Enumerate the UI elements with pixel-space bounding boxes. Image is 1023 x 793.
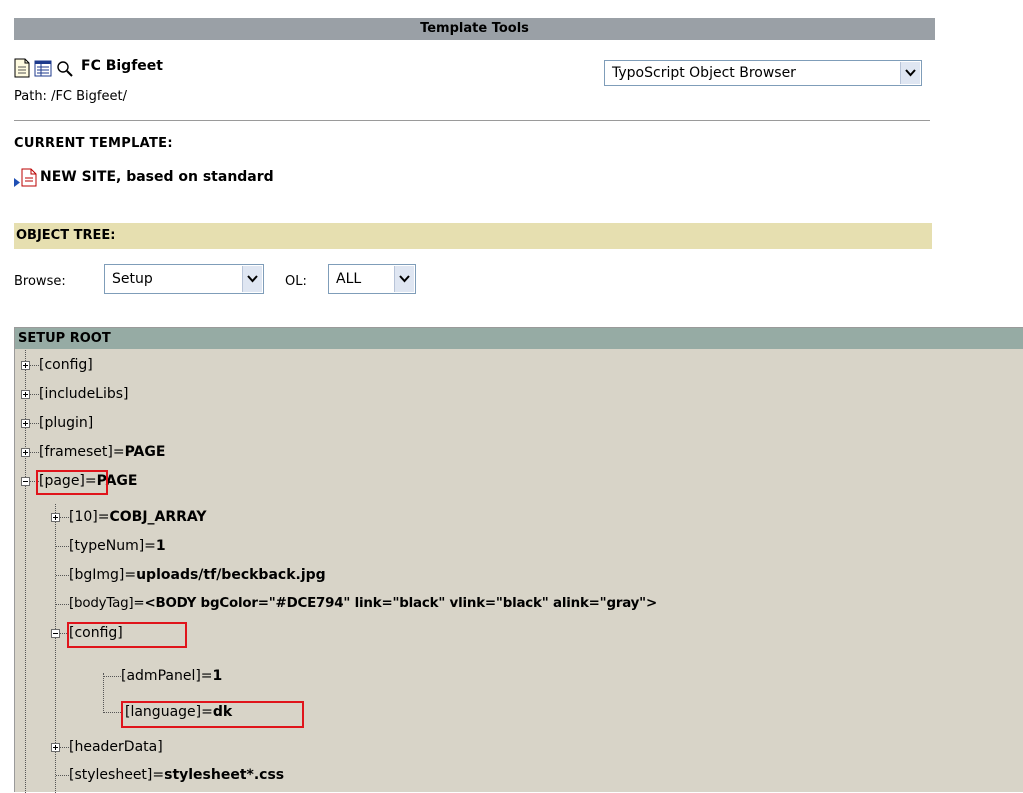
tree-node[interactable]: [admPanel]=1 — [121, 662, 222, 690]
tree-node[interactable]: [includeLibs] — [39, 380, 129, 408]
collapse-icon[interactable] — [21, 477, 30, 486]
tree-connector — [104, 712, 121, 713]
tree-connector — [103, 673, 104, 713]
tree-connector — [56, 546, 69, 547]
browse-select[interactable]: Setup — [104, 264, 264, 294]
tree-connector — [30, 365, 39, 366]
tree-node[interactable]: [10]=COBJ_ARRAY — [69, 503, 207, 531]
highlight-config-key — [67, 622, 187, 648]
magnifier-icon[interactable] — [55, 58, 75, 78]
chevron-down-icon[interactable] — [242, 266, 262, 292]
tree-node-value: 1 — [155, 538, 166, 554]
tree-node[interactable]: [headerData] — [69, 733, 163, 761]
tree-node-key: [admPanel]= — [121, 668, 213, 684]
expand-icon[interactable] — [21, 390, 30, 399]
tree-node-key: [stylesheet]= — [69, 767, 165, 783]
tree-connector — [30, 423, 39, 424]
tree-node-key: [includeLibs] — [39, 386, 129, 402]
current-template-name[interactable]: NEW SITE, based on standard — [40, 169, 274, 185]
tree-node[interactable]: [bgImg]=uploads/tf/beckback.jpg — [69, 561, 326, 589]
list-view-icon[interactable] — [34, 58, 52, 78]
template-icon[interactable] — [21, 168, 37, 187]
function-select-value: TypoScript Object Browser — [612, 65, 796, 81]
tree-node-value: COBJ_ARRAY — [109, 509, 207, 525]
expand-icon[interactable] — [21, 361, 30, 370]
tree-connector — [30, 394, 39, 395]
tree-node-value: <BODY bgColor="#DCE794" link="black" vli… — [144, 596, 657, 611]
ol-select-value: ALL — [336, 271, 362, 287]
tree-connector — [56, 575, 69, 576]
tree-connector — [60, 747, 69, 748]
tree-node-key: [headerData] — [69, 739, 163, 755]
tree-node-key: [plugin] — [39, 415, 94, 431]
tree-connector — [56, 604, 69, 605]
tree-connector — [25, 350, 26, 793]
function-select[interactable]: TypoScript Object Browser — [604, 60, 922, 86]
object-tree-header: OBJECT TREE: — [14, 223, 932, 249]
setup-root-header: SETUP ROOT — [15, 328, 1023, 349]
expand-icon[interactable] — [21, 448, 30, 457]
chevron-down-icon[interactable] — [900, 62, 920, 84]
tree-node-key: [10]= — [69, 509, 110, 525]
tree-node-value: PAGE — [124, 444, 166, 460]
ol-select[interactable]: ALL — [328, 264, 416, 294]
tree-node-value: uploads/tf/beckback.jpg — [136, 567, 326, 583]
tree-connector — [56, 775, 69, 776]
highlight-page-key — [36, 470, 108, 495]
current-template-label: CURRENT TEMPLATE: — [14, 136, 173, 151]
tree-node[interactable]: [config] — [39, 351, 93, 379]
tree-node-key: [bgImg]= — [69, 567, 137, 583]
object-tree-panel: SETUP ROOT [config] [includeLibs] [plugi… — [14, 327, 1023, 793]
tree-node-key: [typeNum]= — [69, 538, 156, 554]
tree-connector — [60, 517, 69, 518]
expand-icon[interactable] — [51, 513, 60, 522]
tree-connector — [104, 676, 121, 677]
ol-label: OL: — [285, 274, 307, 289]
tree-node[interactable]: [frameset]=PAGE — [39, 438, 165, 466]
tree-connector — [30, 452, 39, 453]
divider — [14, 120, 930, 121]
highlight-language — [121, 701, 304, 728]
page-path: Path: /FC Bigfeet/ — [14, 89, 127, 104]
page-icon[interactable] — [14, 58, 30, 78]
tree-node-value: stylesheet*.css — [164, 767, 285, 783]
tree-node[interactable]: [bodyTag]=<BODY bgColor="#DCE794" link="… — [69, 590, 657, 618]
tree-node[interactable]: [plugin] — [39, 409, 93, 437]
expand-icon[interactable] — [51, 743, 60, 752]
tree-node-key: [frameset]= — [39, 444, 125, 460]
tree-node-value: 1 — [212, 668, 223, 684]
collapse-icon[interactable] — [51, 629, 60, 638]
template-tools-header: Template Tools — [14, 18, 935, 40]
tree-node[interactable]: [stylesheet]=stylesheet*.css — [69, 761, 284, 789]
browse-select-value: Setup — [112, 271, 153, 287]
page-name: FC Bigfeet — [81, 58, 163, 74]
expand-arrow-icon[interactable] — [14, 178, 20, 187]
tree-node[interactable]: [typeNum]=1 — [69, 532, 166, 560]
tree-node-key: [config] — [39, 357, 93, 373]
expand-icon[interactable] — [21, 419, 30, 428]
tree-node-key: [bodyTag]= — [69, 596, 145, 611]
chevron-down-icon[interactable] — [394, 266, 414, 292]
browse-label: Browse: — [14, 274, 66, 289]
